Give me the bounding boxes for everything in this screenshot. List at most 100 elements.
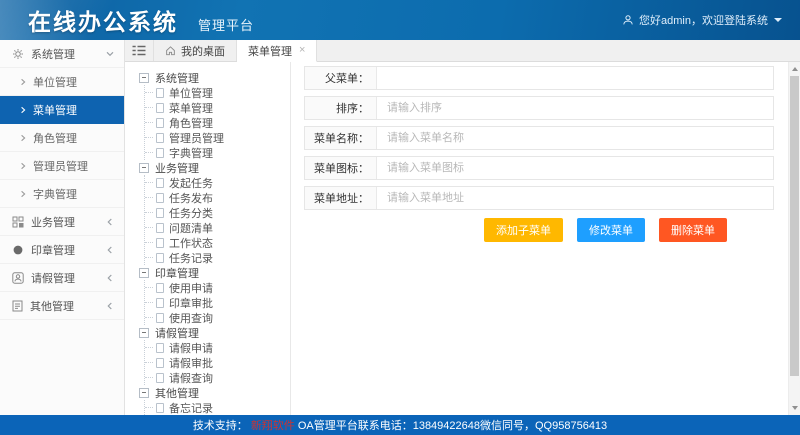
chevron-right-icon xyxy=(19,78,27,86)
tree-leaf-label: 任务发布 xyxy=(169,190,213,206)
sidebar-group-label: 业务管理 xyxy=(31,214,105,230)
tree-leaf-0-2[interactable]: 角色管理 xyxy=(145,115,290,130)
tree-leaf-1-1[interactable]: 任务发布 xyxy=(145,190,290,205)
app-header: 在线办公系统 管理平台 您好admin，欢迎登陆系统 xyxy=(0,0,800,40)
sidebar-group-4[interactable]: 其他管理 xyxy=(0,292,124,320)
chevron-left-icon xyxy=(105,273,115,283)
sidebar-group-label: 其他管理 xyxy=(30,298,105,314)
tree-leaf-1-3[interactable]: 问题清单 xyxy=(145,220,290,235)
tab-label: 菜单管理 xyxy=(248,43,292,59)
tree-leaf-label: 发起任务 xyxy=(169,175,213,191)
tree-leaf-label: 任务记录 xyxy=(169,250,213,266)
tree-leaf-1-4[interactable]: 工作状态 xyxy=(145,235,290,250)
sidebar-item-0-2[interactable]: 角色管理 xyxy=(0,124,124,152)
file-icon xyxy=(156,103,164,113)
menu-name-input[interactable] xyxy=(377,127,773,149)
scroll-up-arrow[interactable] xyxy=(789,63,800,75)
collapse-icon[interactable] xyxy=(139,73,149,83)
tree-leaf-0-1[interactable]: 菜单管理 xyxy=(145,100,290,115)
chevron-right-icon xyxy=(19,162,27,170)
edit-menu-button[interactable]: 修改菜单 xyxy=(577,218,645,242)
tree-node-1[interactable]: 业务管理 xyxy=(139,160,290,175)
file-icon xyxy=(156,343,164,353)
tree-node-2[interactable]: 印章管理 xyxy=(139,265,290,280)
tree-node-4[interactable]: 其他管理 xyxy=(139,385,290,400)
parent-menu-input[interactable] xyxy=(377,67,773,89)
tree-node-label: 其他管理 xyxy=(155,385,199,401)
sort-order-input[interactable] xyxy=(377,97,773,119)
workspace: 系统管理单位管理菜单管理角色管理管理员管理字典管理业务管理发起任务任务发布任务分… xyxy=(125,62,800,415)
tab-1[interactable]: 菜单管理 × xyxy=(237,40,317,62)
menu-icon-input[interactable] xyxy=(377,157,773,179)
sidebar-item-0-3[interactable]: 管理员管理 xyxy=(0,152,124,180)
tree-leaf-1-0[interactable]: 发起任务 xyxy=(145,175,290,190)
tree-node-3[interactable]: 请假管理 xyxy=(139,325,290,340)
sidebar-item-label: 菜单管理 xyxy=(33,102,77,118)
collapse-icon[interactable] xyxy=(139,163,149,173)
sort-order-label: 排序： xyxy=(305,97,377,119)
tree-node-0[interactable]: 系统管理 xyxy=(139,70,290,85)
close-icon[interactable]: × xyxy=(299,45,305,56)
tree-leaf-1-2[interactable]: 任务分类 xyxy=(145,205,290,220)
tree-leaf-3-2[interactable]: 请假查询 xyxy=(145,370,290,385)
parent-menu-label: 父菜单： xyxy=(305,67,377,89)
sort-order-row: 排序： xyxy=(304,96,774,120)
menu-icon-row: 菜单图标： xyxy=(304,156,774,180)
tree-leaf-0-3[interactable]: 管理员管理 xyxy=(145,130,290,145)
user-menu[interactable]: 您好admin，欢迎登陆系统 xyxy=(622,12,782,28)
tree-leaf-2-1[interactable]: 印章审批 xyxy=(145,295,290,310)
tree-leaf-2-0[interactable]: 使用申请 xyxy=(145,280,290,295)
tree-leaf-label: 请假审批 xyxy=(169,355,213,371)
file-icon xyxy=(156,208,164,218)
tree-leaf-3-1[interactable]: 请假审批 xyxy=(145,355,290,370)
menu-form: 父菜单：排序：菜单名称：菜单图标：菜单地址： 添加子菜单修改菜单删除菜单 xyxy=(291,62,800,415)
sidebar-group-3[interactable]: 请假管理 xyxy=(0,264,124,292)
tree-leaf-0-4[interactable]: 字典管理 xyxy=(145,145,290,160)
gear-icon xyxy=(12,48,24,60)
chevron-left-icon xyxy=(105,245,115,255)
sidebar-item-0-0[interactable]: 单位管理 xyxy=(0,68,124,96)
sidebar-group-1[interactable]: 业务管理 xyxy=(0,208,124,236)
scroll-down-arrow[interactable] xyxy=(789,402,800,414)
chevron-left-icon xyxy=(105,217,115,227)
tree-leaf-0-0[interactable]: 单位管理 xyxy=(145,85,290,100)
page: 在线办公系统 管理平台 您好admin，欢迎登陆系统 系统管理单位管理菜单管理角… xyxy=(0,0,800,435)
collapse-icon[interactable] xyxy=(139,388,149,398)
tree-leaf-label: 工作状态 xyxy=(169,235,213,251)
scroll-thumb[interactable] xyxy=(790,76,799,376)
logo-area: 在线办公系统 管理平台 xyxy=(28,3,254,37)
tabbar: 我的桌面菜单管理 × xyxy=(125,40,800,62)
delete-menu-button[interactable]: 删除菜单 xyxy=(659,218,727,242)
sidebar-group-0[interactable]: 系统管理 xyxy=(0,40,124,68)
tree-leaf-2-2[interactable]: 使用查询 xyxy=(145,310,290,325)
tree-leaf-3-0[interactable]: 请假申请 xyxy=(145,340,290,355)
tree-leaf-1-5[interactable]: 任务记录 xyxy=(145,250,290,265)
tree-leaf-4-0[interactable]: 备忘记录 xyxy=(145,400,290,415)
app-subtitle: 管理平台 xyxy=(198,15,254,34)
tab-0[interactable]: 我的桌面 xyxy=(153,40,237,61)
tree-leaf-label: 请假查询 xyxy=(169,370,213,386)
collapse-icon[interactable] xyxy=(139,328,149,338)
tree-leaf-label: 印章审批 xyxy=(169,295,213,311)
file-icon xyxy=(156,223,164,233)
file-icon xyxy=(156,118,164,128)
sidebar-group-2[interactable]: 印章管理 xyxy=(0,236,124,264)
menu-tree: 系统管理单位管理菜单管理角色管理管理员管理字典管理业务管理发起任务任务发布任务分… xyxy=(125,62,291,415)
collapse-icon[interactable] xyxy=(139,268,149,278)
tree-leaf-label: 任务分类 xyxy=(169,205,213,221)
chevron-right-icon xyxy=(19,134,27,142)
sidebar-item-0-1[interactable]: 菜单管理 xyxy=(0,96,124,124)
file-icon xyxy=(156,193,164,203)
menu-url-row: 菜单地址： xyxy=(304,186,774,210)
menu-url-input[interactable] xyxy=(377,187,773,209)
sidebar-item-0-4[interactable]: 字典管理 xyxy=(0,180,124,208)
chevron-left-icon xyxy=(105,301,115,311)
tree-toggle-icon[interactable] xyxy=(125,40,153,61)
tree-leaf-label: 角色管理 xyxy=(169,115,213,131)
scrollbar[interactable] xyxy=(788,62,800,415)
add-submenu-button[interactable]: 添加子菜单 xyxy=(484,218,563,242)
parent-menu-row: 父菜单： xyxy=(304,66,774,90)
tree-leaf-label: 使用申请 xyxy=(169,280,213,296)
sidebar-group-label: 印章管理 xyxy=(31,242,105,258)
footer-brand: 新翔软件 xyxy=(251,417,295,433)
